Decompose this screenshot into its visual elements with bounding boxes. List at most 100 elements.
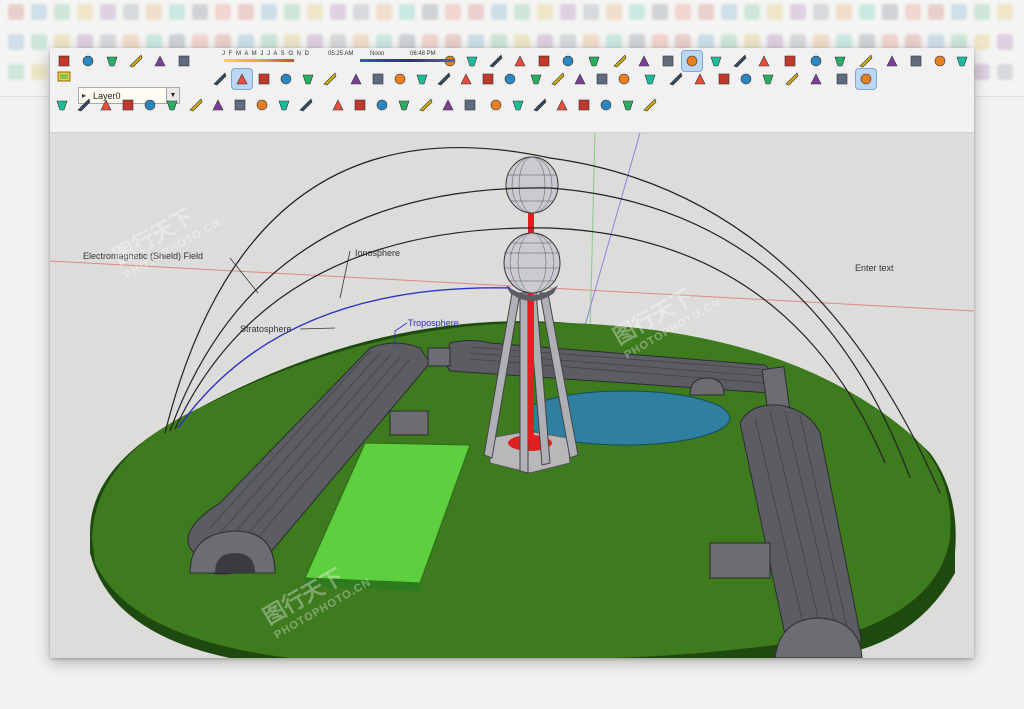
protractor-tool-icon[interactable]	[96, 95, 116, 115]
line-tool-icon[interactable]	[592, 69, 612, 89]
front-view-icon[interactable]	[438, 95, 458, 115]
ghost-toolbar-icon	[606, 4, 622, 20]
look-around-tool-icon[interactable]	[350, 95, 370, 115]
hidden-line-style-icon[interactable]	[434, 69, 454, 89]
ghost-toolbar-icon	[767, 4, 783, 20]
ghost-toolbar-icon	[583, 4, 599, 20]
ghost-toolbar-icon	[744, 4, 760, 20]
section-plane-tool-icon[interactable]	[231, 68, 253, 90]
circle-tool-icon[interactable]	[666, 69, 686, 89]
front-view-icon[interactable]	[298, 69, 318, 89]
stratosphere-leader	[299, 327, 336, 330]
scale-tool-icon[interactable]	[832, 69, 852, 89]
wireframe-style-icon[interactable]	[412, 69, 432, 89]
ghost-toolbar-icon	[31, 34, 47, 50]
iso-view-icon[interactable]	[394, 95, 414, 115]
ghost-toolbar-icon	[537, 4, 553, 20]
paint-bucket-tool-icon[interactable]	[570, 69, 590, 89]
shadow-time-start: 05:25 AM	[328, 51, 354, 57]
shadow-date-slider[interactable]	[224, 59, 294, 62]
wireframe-style-icon[interactable]	[552, 95, 572, 115]
zoom-window-tool-icon[interactable]	[252, 95, 272, 115]
ghost-toolbar-icon	[905, 4, 921, 20]
ghost-toolbar-icon	[629, 4, 645, 20]
iso-view-icon[interactable]	[254, 69, 274, 89]
push-pull-tool-icon[interactable]	[758, 69, 778, 89]
left-view-icon[interactable]	[508, 95, 528, 115]
textured-style-icon[interactable]	[618, 95, 638, 115]
right-annex	[709, 542, 771, 579]
ghost-toolbar-icon	[997, 34, 1013, 50]
monochrome-style-icon[interactable]	[640, 95, 660, 115]
label-ionosphere[interactable]: Ionosphere	[355, 248, 400, 258]
back-view-icon[interactable]	[486, 95, 506, 115]
move-tool-icon[interactable]	[736, 69, 756, 89]
look-around-tool-icon[interactable]	[210, 69, 230, 89]
label-troposphere[interactable]: Troposphere	[408, 318, 459, 328]
3d-text-tool-icon[interactable]	[162, 95, 182, 115]
axes-tool-icon[interactable]	[140, 95, 160, 115]
shadow-settings-bar[interactable]: J F M A M J J A S O N D 05:25 AM Noon 06…	[220, 51, 460, 64]
ghost-toolbar-icon	[8, 64, 24, 80]
ghost-toolbar-icon	[997, 64, 1013, 80]
xray-style-icon[interactable]	[390, 69, 410, 89]
hidden-line-style-icon[interactable]	[574, 95, 594, 115]
label-enter-text[interactable]: Enter text	[855, 263, 894, 273]
rotate-tool-icon[interactable]	[782, 69, 802, 89]
eraser-tool-icon[interactable]	[548, 69, 568, 89]
follow-me-tool-icon[interactable]	[806, 69, 826, 89]
ghost-toolbar-icon	[974, 34, 990, 50]
layer-manager-icon[interactable]	[54, 67, 74, 87]
right-view-icon[interactable]	[320, 69, 340, 89]
ghost-toolbar-icon	[8, 34, 24, 50]
ionosphere-leader	[339, 250, 351, 299]
ghost-toolbar-icon	[146, 4, 162, 20]
orbit-tool-icon[interactable]	[186, 95, 206, 115]
label-stratosphere[interactable]: Stratosphere	[240, 324, 292, 334]
ghost-toolbar-icon	[54, 4, 70, 20]
right-view-icon[interactable]	[460, 95, 480, 115]
ghost-toolbar-icon	[100, 4, 116, 20]
top-view-icon[interactable]	[416, 95, 436, 115]
ghost-toolbar-icon	[261, 4, 277, 20]
xray-style-icon[interactable]	[530, 95, 550, 115]
ghost-toolbar-icon	[951, 4, 967, 20]
ghost-toolbar-icon	[652, 4, 668, 20]
textured-style-icon[interactable]	[478, 69, 498, 89]
tape-measure-tool-icon[interactable]	[52, 95, 72, 115]
ghost-toolbar-icon	[859, 4, 875, 20]
offset-tool-icon[interactable]	[855, 68, 877, 90]
ghost-toolbar-icon	[192, 4, 208, 20]
text-tool-icon[interactable]	[118, 95, 138, 115]
left-view-icon[interactable]	[368, 69, 388, 89]
ghost-toolbar-icon	[169, 4, 185, 20]
back-view-icon[interactable]	[346, 69, 366, 89]
section-plane-tool-icon[interactable]	[372, 95, 392, 115]
position-camera-tool-icon[interactable]	[296, 95, 316, 115]
arc-tool-icon[interactable]	[614, 69, 634, 89]
pan-tool-icon[interactable]	[208, 95, 228, 115]
ghost-toolbar-icon	[445, 4, 461, 20]
walk-tool-icon[interactable]	[328, 95, 348, 115]
rectangle-tool-icon[interactable]	[640, 69, 660, 89]
shaded-style-icon[interactable]	[456, 69, 476, 89]
ghost-toolbar-icon	[836, 4, 852, 20]
dimension-tool-icon[interactable]	[74, 95, 94, 115]
polygon-tool-icon[interactable]	[690, 69, 710, 89]
ghost-toolbar-icon	[238, 4, 254, 20]
monochrome-style-icon[interactable]	[500, 69, 520, 89]
ghost-toolbar-icon	[491, 4, 507, 20]
select-tool-icon[interactable]	[526, 69, 546, 89]
zoom-tool-icon[interactable]	[230, 95, 250, 115]
toolbar-row-2: ▸ Layer0 ▼	[50, 66, 974, 104]
shaded-style-icon[interactable]	[596, 95, 616, 115]
top-view-icon[interactable]	[276, 69, 296, 89]
em-shield-leader	[229, 257, 259, 294]
3d-viewport[interactable]: Electromagnetic (Shield) Field Ionospher…	[50, 133, 974, 658]
zoom-extents-tool-icon[interactable]	[274, 95, 294, 115]
ghost-toolbar-icon	[675, 4, 691, 20]
ghost-toolbar-icon	[284, 4, 300, 20]
ghost-toolbar-row	[0, 4, 1024, 24]
shadow-time-slider[interactable]	[360, 59, 454, 62]
freehand-tool-icon[interactable]	[714, 69, 734, 89]
